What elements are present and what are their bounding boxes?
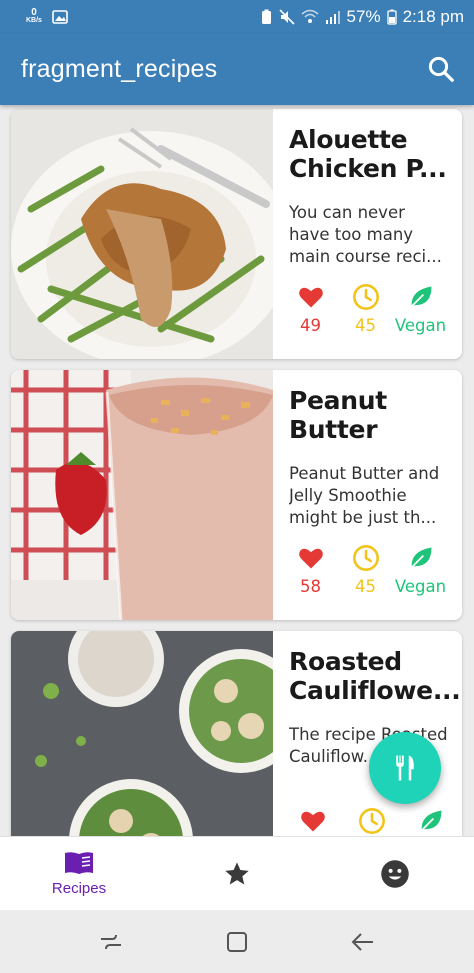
diet-stat — [401, 807, 460, 836]
status-bar: 0 KB/s 57% 2:18 pm — [0, 0, 474, 33]
home-icon — [227, 931, 247, 952]
nav-recipes[interactable]: Recipes — [0, 837, 158, 910]
cauliflower-salad-photo — [11, 631, 273, 836]
clock-icon — [358, 808, 385, 834]
filter-fab-button[interactable] — [369, 732, 441, 804]
diet-stat: Vegan — [393, 544, 448, 596]
clock-icon — [352, 284, 379, 310]
time-minutes: 45 — [355, 316, 376, 335]
heart-icon — [298, 287, 323, 308]
signal-icon — [325, 10, 340, 24]
leaf-icon — [410, 547, 431, 568]
recipe-list[interactable]: Alouette Chicken P... You can never have… — [0, 105, 474, 836]
nav-favorites[interactable] — [158, 837, 316, 910]
clock-icon — [352, 545, 379, 571]
likes-stat: 58 — [283, 544, 338, 596]
time-minutes: 45 — [355, 577, 376, 596]
nav-recipes-label: Recipes — [51, 880, 107, 897]
chicken-pasta-photo — [11, 109, 273, 359]
time-stat: 45 — [338, 544, 393, 596]
diet-label: Vegan — [394, 316, 447, 335]
back-button[interactable] — [343, 922, 383, 962]
recipe-stats: 49 45 Vegan — [273, 283, 462, 335]
app-bar-title: fragment_recipes — [21, 54, 218, 83]
recipe-stats: 58 45 Vegan — [273, 544, 462, 596]
nav-profile[interactable] — [316, 837, 474, 910]
recipe-title: Roasted Cauliflowe... — [289, 647, 461, 705]
leaf-icon — [420, 810, 442, 831]
time-stat: 45 — [338, 283, 393, 335]
smoothie-photo — [11, 370, 273, 620]
leaf-icon — [410, 286, 431, 307]
wifi-icon — [301, 9, 319, 23]
heart-icon — [300, 811, 325, 832]
likes-count: 49 — [300, 316, 321, 335]
network-speed-unit: KB/s — [26, 16, 42, 24]
network-speed: 0 KB/s — [26, 6, 42, 25]
network-speed-value: 0 — [31, 6, 37, 18]
star-icon — [225, 861, 249, 884]
battery-icon — [386, 9, 397, 25]
recipe-title: Alouette Chicken P... — [289, 125, 447, 183]
recent-apps-button[interactable] — [91, 922, 131, 962]
smiley-icon — [381, 859, 409, 888]
likes-stat — [283, 807, 342, 836]
likes-stat: 49 — [283, 283, 338, 335]
home-button[interactable] — [217, 922, 257, 962]
clock: 2:18 pm — [402, 6, 464, 26]
heart-icon — [298, 548, 323, 569]
system-navigation — [0, 910, 474, 973]
likes-count: 58 — [300, 577, 321, 596]
recipe-info: Alouette Chicken P... You can never have… — [273, 109, 462, 359]
diet-label: Vegan — [394, 577, 447, 596]
back-arrow-icon — [351, 932, 373, 951]
recipe-card[interactable]: Peanut Butter and... Peanut Butter and J… — [11, 370, 462, 620]
cutlery-icon — [396, 755, 414, 781]
recipe-description: You can never have too many main course … — [289, 203, 442, 266]
recipe-card[interactable]: Alouette Chicken P... You can never have… — [11, 109, 462, 359]
recipe-info: Peanut Butter and... Peanut Butter and J… — [273, 370, 462, 620]
mute-icon — [278, 8, 295, 25]
battery-percent: 57% — [346, 6, 381, 26]
diet-stat: Vegan — [393, 283, 448, 335]
recipe-title: Peanut Butter and... — [289, 386, 387, 444]
search-icon[interactable] — [426, 54, 456, 84]
bottom-navigation: Recipes — [0, 836, 474, 910]
recipe-image — [11, 631, 273, 836]
recipe-image — [11, 109, 273, 359]
app-bar: fragment_recipes — [0, 33, 474, 105]
time-stat — [342, 807, 401, 836]
recent-apps-icon — [101, 934, 121, 949]
battery-saver-icon — [261, 9, 271, 24]
recipe-info: Roasted Cauliflowe... The recipe Roasted… — [273, 631, 462, 836]
image-notification-icon — [52, 9, 68, 24]
recipe-image — [11, 370, 273, 620]
recipe-description: Peanut Butter and Jelly Smoothie might b… — [289, 464, 440, 527]
screen: 0 KB/s 57% 2:18 pm fragment_recipes Alou… — [0, 0, 474, 973]
recipe-stats — [273, 807, 462, 836]
book-icon — [65, 852, 93, 874]
